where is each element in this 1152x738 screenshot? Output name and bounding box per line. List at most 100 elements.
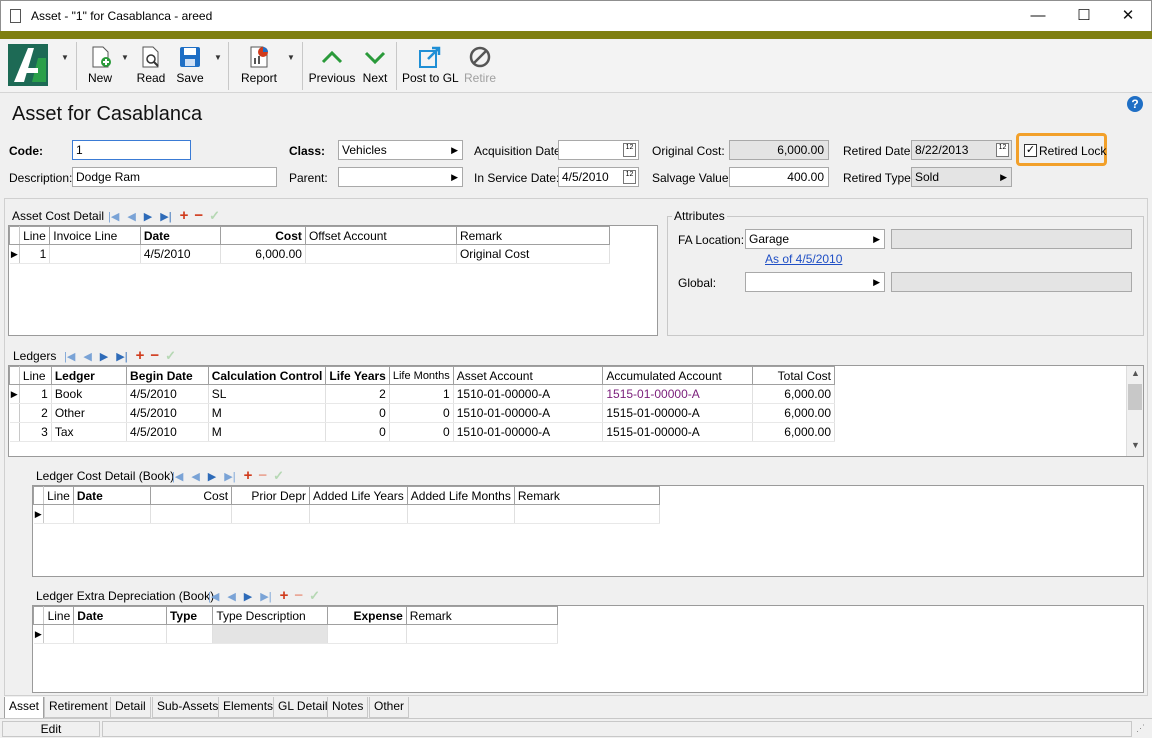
class-field[interactable]: Vehicles ▶ [338,140,463,160]
calendar-icon[interactable]: 12 [623,143,636,157]
as-of-link[interactable]: As of 4/5/2010 [765,252,842,266]
column-header[interactable]: Total Cost [751,366,836,385]
logo-dropdown-icon[interactable]: ▼ [61,53,71,63]
tab-detail[interactable]: Detail [110,697,151,718]
tab-gl-detail[interactable]: GL Detail [273,697,333,718]
chevron-down-icon[interactable]: ▼ [1131,440,1140,450]
tab-sub-assets[interactable]: Sub-Assets [152,697,224,718]
column-header[interactable]: Cost [220,226,306,245]
new-button[interactable]: New [82,39,118,93]
tab-asset[interactable]: Asset [4,697,45,719]
first-record-icon[interactable]: |◀ [208,591,219,603]
column-header[interactable]: Life Months [388,366,454,385]
previous-record-icon[interactable]: ◀ [83,351,91,363]
next-button[interactable]: Next [360,39,390,93]
column-header[interactable]: Offset Account [304,226,457,245]
report-dropdown-icon[interactable]: ▼ [287,53,297,63]
first-record-icon[interactable]: |◀ [172,471,183,483]
column-header[interactable]: Line [43,606,75,625]
next-record-icon[interactable]: ▶ [144,211,152,223]
add-row-icon[interactable]: + [180,207,189,224]
last-record-icon[interactable]: ▶| [260,591,271,603]
global-field[interactable]: ▶ [745,272,885,292]
calendar-icon[interactable]: 12 [996,143,1009,157]
previous-record-icon[interactable]: ◀ [227,591,235,603]
accept-icon[interactable]: ✓ [165,348,176,363]
save-dropdown-icon[interactable]: ▼ [214,53,224,63]
add-row-icon[interactable]: + [136,347,145,364]
table-row[interactable]: ▶ 1 Book 4/5/2010 SL 2 1 1510-01-00000-A… [9,384,836,404]
column-header[interactable]: Expense [327,606,407,625]
column-header[interactable]: Date [72,486,152,505]
column-header[interactable]: Line [42,486,74,505]
accept-icon[interactable]: ✓ [309,588,320,603]
tab-elements[interactable]: Elements [218,697,279,718]
acquisition-date-field[interactable]: 12 [558,140,639,160]
save-button[interactable]: Save [172,39,208,93]
column-header[interactable]: Added Life Years [309,486,408,505]
table-row[interactable]: 2 Other 4/5/2010 M 0 0 1510-01-00000-A 1… [9,403,836,423]
parent-field[interactable]: ▶ [338,167,463,187]
post-to-gl-button[interactable]: Post to GL [402,39,459,93]
table-row[interactable]: ▶ [33,504,661,524]
delete-row-icon[interactable]: − [150,347,159,364]
column-header[interactable]: Date [139,226,222,245]
calendar-icon[interactable]: 12 [623,170,636,184]
in-service-date-field[interactable]: 4/5/2010 12 [558,167,639,187]
column-header[interactable]: Remark [513,486,661,505]
column-header[interactable]: Calculation Control [207,366,327,385]
fa-location-field[interactable]: Garage ▶ [745,229,885,249]
column-header[interactable]: Line [18,366,52,385]
first-record-icon[interactable]: |◀ [108,211,119,223]
chevron-up-icon[interactable]: ▲ [1131,368,1140,378]
first-record-icon[interactable]: |◀ [64,351,75,363]
column-header[interactable]: Begin Date [126,366,209,385]
help-icon[interactable]: ? [1127,96,1143,112]
delete-row-icon[interactable]: − [194,207,203,224]
code-field[interactable]: 1 [72,140,191,160]
add-row-icon[interactable]: + [244,467,253,484]
resize-grip-icon[interactable]: ⋰ [1136,723,1145,734]
column-header[interactable]: Added Life Months [406,486,515,505]
add-row-icon[interactable]: + [280,587,289,604]
column-header[interactable]: Type Description [212,606,329,625]
last-record-icon[interactable]: ▶| [160,211,171,223]
delete-row-icon[interactable]: − [294,587,303,604]
delete-row-icon[interactable]: − [258,467,267,484]
next-record-icon[interactable]: ▶ [208,471,216,483]
column-header[interactable]: Line [19,226,51,245]
column-header[interactable]: Cost [150,486,233,505]
next-record-icon[interactable]: ▶ [244,591,252,603]
previous-button[interactable]: Previous [308,39,356,93]
column-header[interactable]: Life Years [325,366,390,385]
column-header[interactable]: Prior Depr [231,486,311,505]
app-logo-icon[interactable] [8,44,48,86]
scrollbar-thumb[interactable] [1128,384,1142,410]
previous-record-icon[interactable]: ◀ [191,471,199,483]
ledgers-scrollbar[interactable]: ▲ ▼ [1126,366,1143,456]
column-header[interactable]: Type [165,606,214,625]
retire-button[interactable]: Retire [462,39,498,93]
column-header[interactable]: Invoice Line [49,226,141,245]
last-record-icon[interactable]: ▶| [224,471,235,483]
description-field[interactable]: Dodge Ram [72,167,277,187]
read-button[interactable]: Read [134,39,168,93]
next-record-icon[interactable]: ▶ [100,351,108,363]
tab-retirement[interactable]: Retirement [44,697,113,718]
column-header[interactable]: Date [73,606,167,625]
column-header[interactable]: Remark [455,226,611,245]
column-header[interactable]: Remark [405,606,559,625]
accept-icon[interactable]: ✓ [273,468,284,483]
previous-record-icon[interactable]: ◀ [127,211,135,223]
column-header[interactable]: Asset Account [452,366,604,385]
column-header[interactable]: Accumulated Account [602,366,753,385]
close-button[interactable]: ✕ [1105,1,1151,32]
retired-type-field[interactable]: Sold ▶ [911,167,1012,187]
retired-lock-checkbox[interactable]: ✓ [1024,144,1037,157]
tab-notes[interactable]: Notes [327,697,369,718]
table-row[interactable]: ▶ [33,624,559,644]
maximize-button[interactable]: ☐ [1061,1,1107,32]
minimize-button[interactable]: — [1015,1,1061,32]
new-dropdown-icon[interactable]: ▼ [121,53,131,63]
table-row[interactable]: 3 Tax 4/5/2010 M 0 0 1510-01-00000-A 151… [9,422,836,442]
